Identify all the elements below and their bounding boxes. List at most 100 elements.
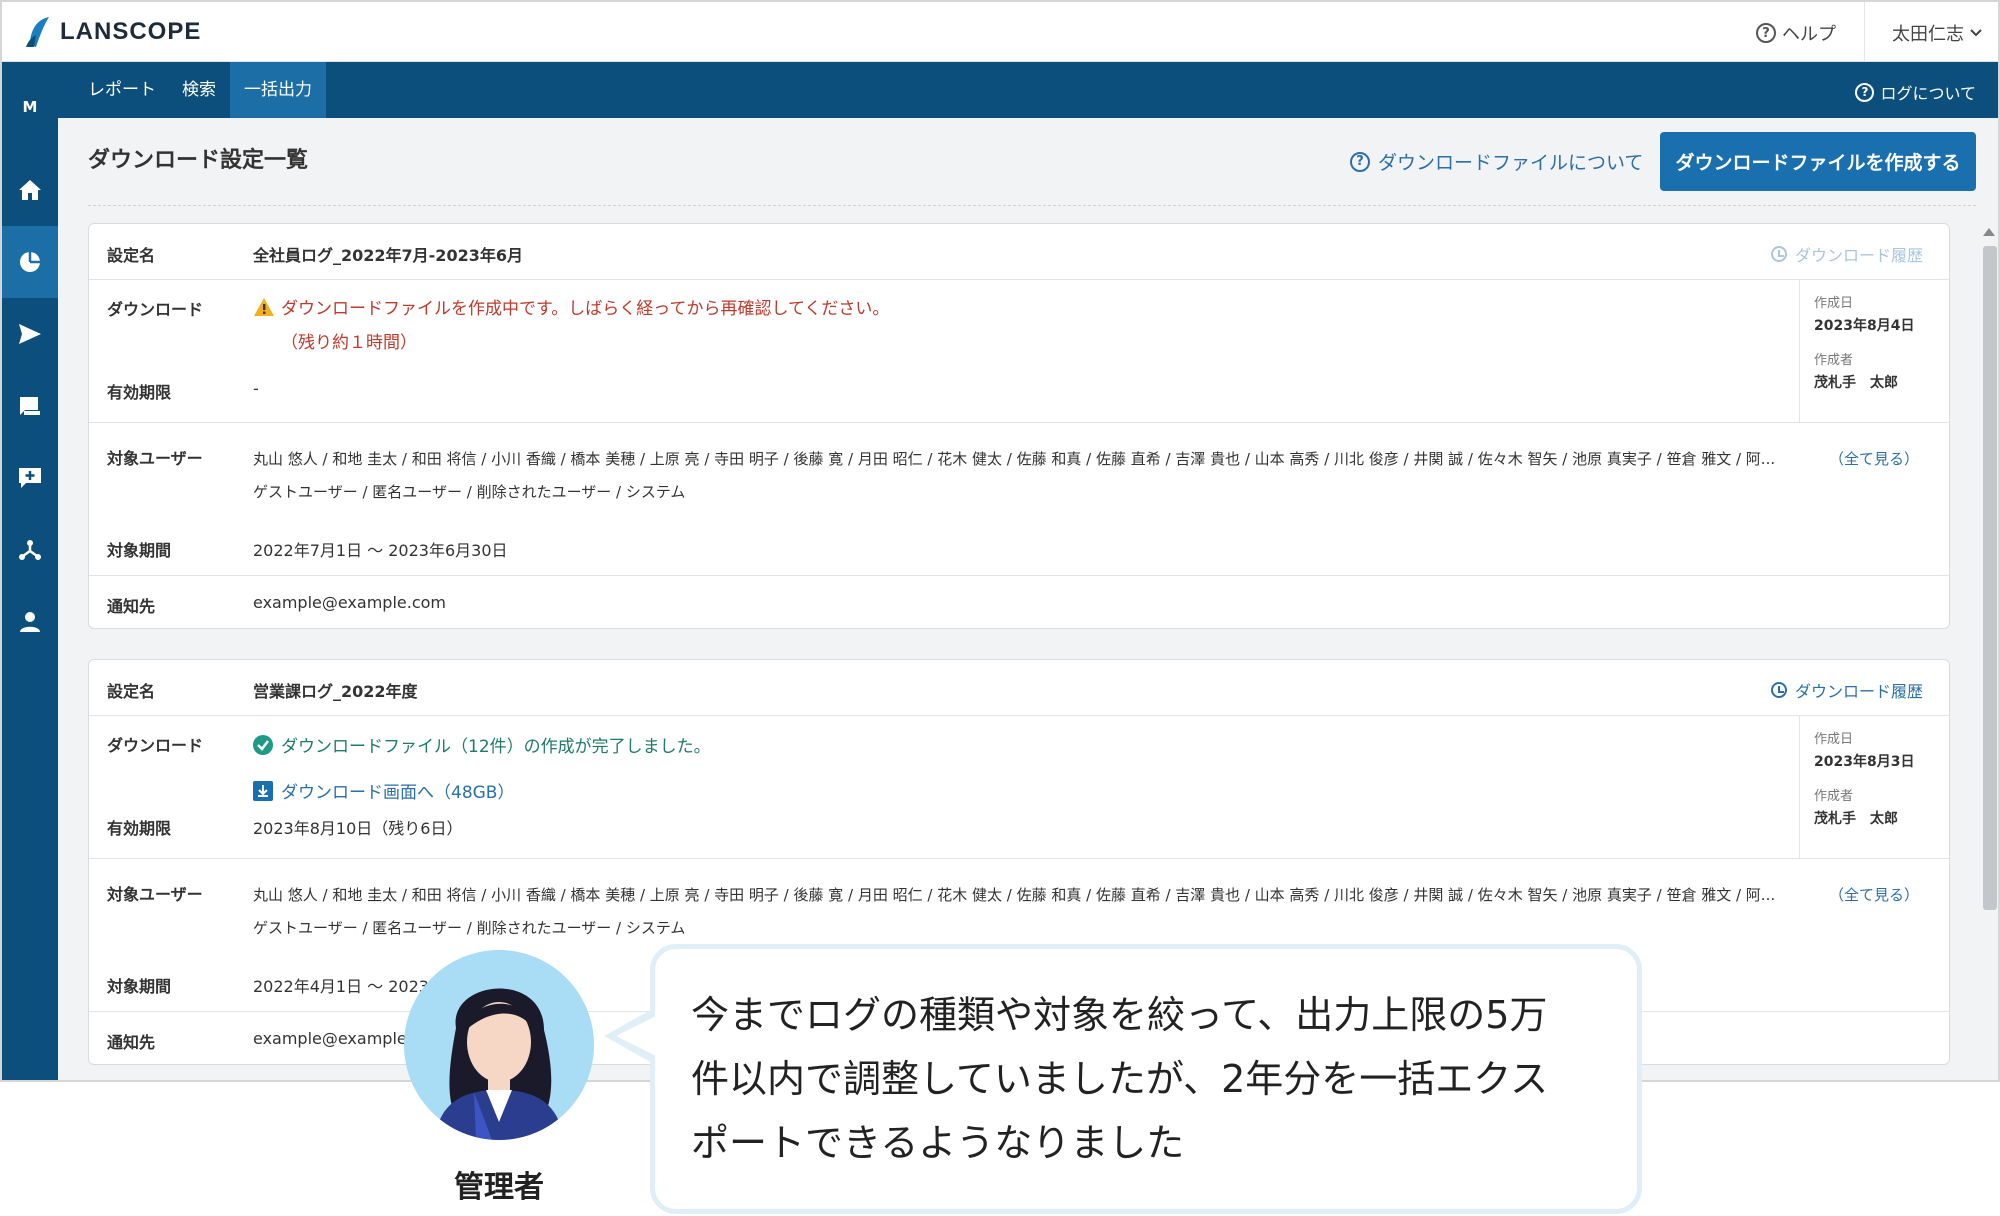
create-download-file-button[interactable]: ダウンロードファイルを作成する	[1660, 132, 1976, 191]
download-page-label: ダウンロード画面へ（48GB）	[281, 783, 515, 803]
created-date-label: 作成日	[1814, 296, 1854, 311]
home-icon	[19, 180, 41, 200]
target-users-label: 対象ユーザー	[107, 449, 203, 468]
notify-value: example@example	[253, 1029, 407, 1048]
download-row: ダウンロード ダウンロードファイルを作成中です。しばらく経ってから再確認してくだ…	[89, 279, 1949, 422]
creator-label: 作成者	[1814, 353, 1854, 368]
nav-user[interactable]	[2, 586, 58, 658]
history-label: ダウンロード履歴	[1794, 682, 1923, 701]
user-name: 太田仁志	[1892, 24, 1964, 45]
created-date-value: 2023年8月4日	[1814, 318, 1915, 334]
scroll-up-arrow[interactable]	[1983, 228, 1995, 236]
side-nav: M	[2, 62, 58, 1080]
download-status-warning: ダウンロードファイルを作成中です。しばらく経ってから再確認してください。	[253, 294, 889, 319]
history-clock-icon	[1770, 682, 1787, 698]
notify-row: 通知先 example@example.com	[89, 575, 1949, 629]
tab-bulk-export[interactable]: 一括出力	[230, 62, 326, 118]
creator-label: 作成者	[1814, 789, 1854, 804]
history-label: ダウンロード履歴	[1794, 246, 1923, 265]
status-text: ダウンロードファイル（12件）の作成が完了しました。	[281, 737, 711, 757]
download-page-link[interactable]: ダウンロード画面へ（48GB）	[253, 778, 514, 803]
notify-label: 通知先	[107, 1033, 156, 1052]
mode-letter: M	[22, 98, 38, 116]
bubble-tail-inner	[616, 1016, 656, 1056]
notify-label: 通知先	[107, 597, 156, 616]
bubble-line: 今までログの種類や対象を絞って、出力上限の5万	[691, 993, 1548, 1037]
setting-name-value: 全社員ログ_2022年7月-2023年6月	[253, 246, 523, 265]
help-circle-icon: ?	[1855, 82, 1875, 102]
expiry-label: 有効期限	[107, 383, 172, 402]
see-all-users-link[interactable]: （全て見る）	[1829, 448, 1919, 469]
download-status-complete: ダウンロードファイル（12件）の作成が完了しました。	[253, 732, 711, 757]
target-users-label: 対象ユーザー	[107, 885, 203, 904]
user-menu[interactable]: 太田仁志	[1892, 20, 1982, 46]
nav-message[interactable]	[2, 442, 58, 514]
tab-report[interactable]: レポート	[74, 62, 170, 118]
help-circle-icon: ?	[1756, 23, 1776, 43]
check-circle-icon	[253, 734, 273, 755]
bubble-line: 件以内で調整していましたが、2年分を一括エクス	[691, 1057, 1549, 1101]
history-clock-icon	[1770, 246, 1787, 262]
woman-avatar-icon	[434, 988, 564, 1140]
divider	[88, 205, 1976, 206]
warning-icon	[254, 297, 274, 316]
nav-home[interactable]	[2, 154, 58, 226]
status-text: ダウンロードファイルを作成中です。しばらく経ってから再確認してください。	[281, 299, 890, 319]
download-history-link: ダウンロード履歴	[1770, 242, 1923, 266]
expiry-label: 有効期限	[107, 819, 172, 838]
download-label: ダウンロード	[107, 300, 204, 319]
log-about-label: ログについて	[1880, 84, 1976, 103]
download-history-link[interactable]: ダウンロード履歴	[1770, 678, 1923, 702]
tab-search[interactable]: 検索	[168, 62, 230, 118]
notify-value: example@example.com	[253, 593, 446, 612]
help-link[interactable]: ? ヘルプ	[1756, 20, 1836, 46]
pie-chart-icon	[20, 252, 40, 272]
logo-text: LANSCOPE	[60, 18, 202, 45]
meta-panel: 作成日 2023年8月4日 作成者 茂札手 太郎	[1799, 280, 1949, 422]
creator-value: 茂札手 太郎	[1814, 375, 1898, 391]
target-users-special: ゲストユーザー / 匿名ユーザー / 削除されたユーザー / システム	[253, 919, 686, 937]
target-users-list: 丸山 悠人 / 和地 圭太 / 和田 将信 / 小川 香織 / 橋本 美穂 / …	[253, 886, 1776, 904]
expiry-value: 2023年8月10日（残り6日）	[253, 819, 463, 838]
speech-bubble: 今までログの種類や対象を絞って、出力上限の5万 件以内で調整していましたが、2年…	[650, 944, 1642, 1214]
nav-network[interactable]	[2, 514, 58, 586]
download-file-about-link[interactable]: ? ダウンロードファイルについて	[1350, 148, 1643, 175]
target-period-value: 2022年7月1日 ～ 2023年6月30日	[253, 541, 508, 560]
tab-bar: レポート 検索 一括出力 ? ログについて	[58, 62, 1998, 118]
remaining-time: （残り約１時間）	[281, 333, 417, 353]
network-icon	[19, 540, 41, 560]
scrollbar-thumb[interactable]	[1983, 246, 1997, 910]
nav-send[interactable]	[2, 298, 58, 370]
setting-name-value: 営業課ログ_2022年度	[253, 682, 418, 701]
administrator-avatar	[404, 950, 594, 1140]
chevron-down-icon	[1970, 29, 1982, 37]
nav-report[interactable]	[2, 226, 58, 298]
chat-icon	[20, 397, 40, 415]
see-all-users-link[interactable]: （全て見る）	[1829, 884, 1919, 905]
target-users-list: 丸山 悠人 / 和地 圭太 / 和田 将信 / 小川 香織 / 橋本 美穂 / …	[253, 450, 1776, 468]
expiry-value: -	[253, 379, 259, 398]
header-divider	[1864, 2, 1865, 62]
download-icon	[253, 780, 273, 801]
meta-panel: 作成日 2023年8月3日 作成者 茂札手 太郎	[1799, 716, 1949, 858]
help-label: ヘルプ	[1782, 24, 1836, 45]
log-about-link[interactable]: ? ログについて	[1855, 80, 1976, 104]
about-link-label: ダウンロードファイルについて	[1378, 152, 1644, 174]
created-date-label: 作成日	[1814, 732, 1854, 747]
download-label: ダウンロード	[107, 736, 204, 755]
target-period-value: 2022年4月1日 ～ 2023	[253, 977, 429, 996]
send-icon	[19, 324, 41, 344]
message-plus-icon	[19, 468, 41, 488]
download-setting-card: 設定名 全社員ログ_2022年7月-2023年6月 ダウンロード履歴 ダウンロー…	[88, 223, 1950, 629]
creator-value: 茂札手 太郎	[1814, 811, 1898, 827]
target-period-label: 対象期間	[107, 541, 172, 560]
download-row: ダウンロード ダウンロードファイル（12件）の作成が完了しました。 ダウンロード…	[89, 715, 1949, 858]
help-circle-icon: ?	[1350, 151, 1370, 172]
role-label: 管理者	[454, 1170, 544, 1205]
nav-chat[interactable]	[2, 370, 58, 442]
setting-name-label: 設定名	[107, 682, 156, 701]
lanscope-logo[interactable]: LANSCOPE	[24, 14, 201, 50]
app-window: LANSCOPE ? ヘルプ 太田仁志 M レポート 検索 一括出力 ? ログに…	[0, 0, 2000, 1082]
top-header: LANSCOPE ? ヘルプ 太田仁志	[2, 2, 1998, 62]
page-title: ダウンロード設定一覧	[88, 148, 309, 173]
